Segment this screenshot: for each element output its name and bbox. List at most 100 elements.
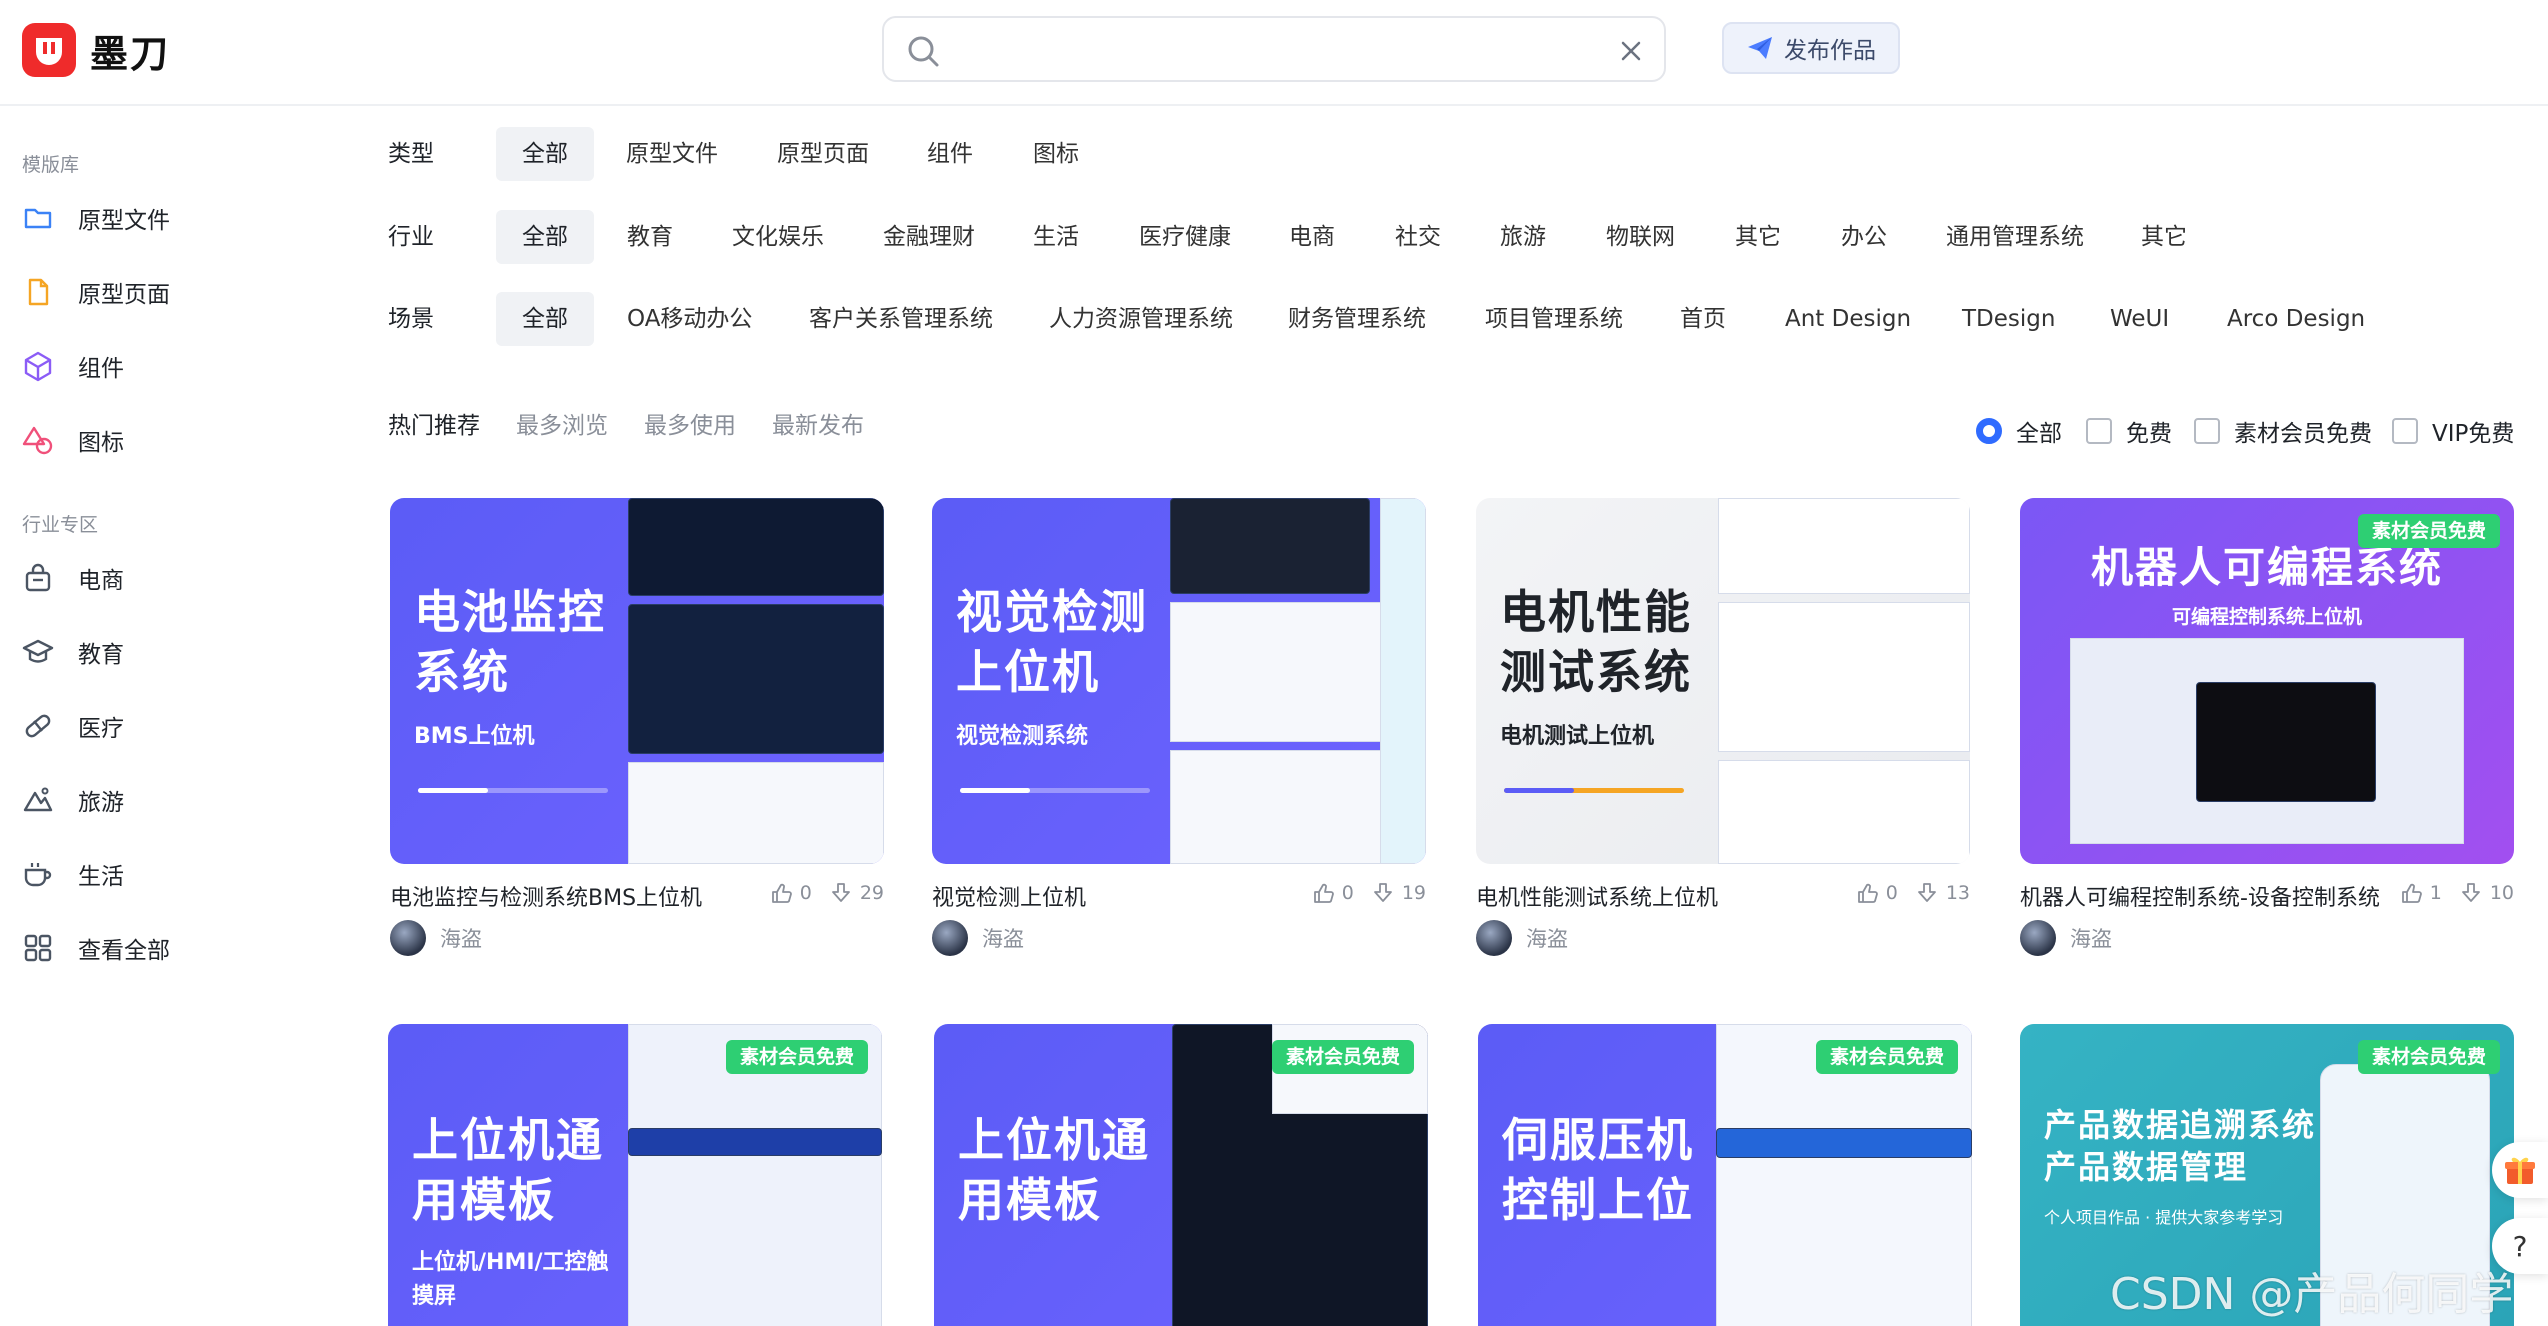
type-option-all[interactable]: 全部 [496,127,594,181]
industry-option-travel[interactable]: 旅游 [1500,210,1546,264]
industry-option-healthcare[interactable]: 医疗健康 [1139,210,1231,264]
thumb-title-line: 电池监控 [414,585,606,639]
template-card[interactable]: 机器人可编程系统 可编程控制系统上位机 素材会员免费 机器人可编程控制系统-设备… [2020,498,2514,968]
industry-option-other[interactable]: 其它 [1735,210,1781,264]
thumb-up-icon[interactable] [1856,882,1878,904]
scene-option-all[interactable]: 全部 [496,292,594,346]
sort-tab-hot[interactable]: 热门推荐 [388,406,480,440]
template-card[interactable]: 上位机通 用模板 素材会员免费 [934,1024,1428,1326]
graduation-cap-icon [22,639,54,663]
logo[interactable]: 墨刀 [22,22,170,78]
sidebar-item-prototype-pages[interactable]: 原型页面 [22,270,170,314]
sidebar-item-education[interactable]: 教育 [22,630,124,674]
checkbox[interactable] [2086,418,2112,444]
industry-option-office[interactable]: 办公 [1841,210,1887,264]
download-icon[interactable] [1916,882,1938,904]
industry-option-finance[interactable]: 金融理财 [883,210,975,264]
sidebar-item-travel[interactable]: 旅游 [22,778,124,822]
type-option-prototype-files[interactable]: 原型文件 [626,127,718,181]
type-option-prototype-pages[interactable]: 原型页面 [777,127,869,181]
thumb-up-icon[interactable] [2400,882,2422,904]
scene-option-weui[interactable]: WeUI [2110,292,2169,346]
industry-option-iot[interactable]: 物联网 [1606,210,1675,264]
thumb-title-line: 视觉检测 [956,585,1148,639]
download-icon[interactable] [2460,882,2482,904]
sidebar-item-life[interactable]: 生活 [22,852,124,896]
thumb-subtitle: 个人项目作品 · 提供大家参考学习 [2044,1208,2284,1227]
card-thumbnail[interactable]: 视觉检测 上位机 视觉检测系统 [932,498,1426,864]
sort-tab-most-used[interactable]: 最多使用 [644,406,736,440]
search-input[interactable] [958,28,1558,72]
industry-option-social[interactable]: 社交 [1395,210,1441,264]
download-icon[interactable] [1372,882,1394,904]
sidebar-item-medical[interactable]: 医疗 [22,704,124,748]
card-thumbnail[interactable]: 电机性能 测试系统 电机测试上位机 [1476,498,1970,864]
card-author[interactable]: 海盗 [2020,920,2112,956]
template-card[interactable]: 上位机通 用模板 上位机/HMI/工控触摸屏 素材会员免费 [388,1024,882,1326]
scene-option-home[interactable]: 首页 [1680,292,1726,346]
card-thumbnail[interactable]: 伺服压机 控制上位 素材会员免费 [1478,1024,1972,1326]
card-author[interactable]: 海盗 [390,920,482,956]
sort-tab-most-viewed[interactable]: 最多浏览 [516,406,608,440]
download-icon[interactable] [830,882,852,904]
scene-option-hr[interactable]: 人力资源管理系统 [1049,292,1233,346]
industry-option-life[interactable]: 生活 [1033,210,1079,264]
search-box[interactable] [882,16,1666,82]
shopping-bag-icon [25,563,51,592]
price-option-all[interactable]: 全部 [1976,414,2062,448]
price-option-vip-free[interactable]: VIP免费 [2392,414,2514,448]
template-card[interactable]: 电池监控 系统 BMS上位机 电池监控与检测系统BMS上位机 0 29 海盗 [390,498,884,968]
like-count: 0 [799,882,812,904]
card-author[interactable]: 海盗 [1476,920,1568,956]
template-card[interactable]: 伺服压机 控制上位 素材会员免费 [1478,1024,1972,1326]
type-option-components[interactable]: 组件 [927,127,973,181]
sidebar-item-components[interactable]: 组件 [22,344,124,388]
avatar [2020,920,2056,956]
card-thumbnail[interactable]: 电池监控 系统 BMS上位机 [390,498,884,864]
thumb-up-icon[interactable] [1312,882,1334,904]
search-icon [908,36,939,67]
price-option-free[interactable]: 免费 [2086,414,2172,448]
card-thumbnail[interactable]: 上位机通 用模板 上位机/HMI/工控触摸屏 素材会员免费 [388,1024,882,1326]
checkbox[interactable] [2392,418,2418,444]
scene-option-tdesign[interactable]: TDesign [1962,292,2055,346]
template-card[interactable]: 电机性能 测试系统 电机测试上位机 电机性能测试系统上位机 0 13 海盗 [1476,498,1970,968]
sidebar-item-icons[interactable]: 图标 [22,418,124,462]
card-title[interactable]: 视觉检测上位机 [932,880,1292,912]
help-icon: ? [2512,1229,2528,1263]
scene-option-finance[interactable]: 财务管理系统 [1288,292,1426,346]
card-title[interactable]: 电机性能测试系统上位机 [1476,880,1836,912]
sort-tab-newest[interactable]: 最新发布 [772,406,864,440]
scene-option-project[interactable]: 项目管理系统 [1485,292,1623,346]
card-title[interactable]: 电池监控与检测系统BMS上位机 [390,880,750,912]
type-option-icons[interactable]: 图标 [1033,127,1079,181]
scene-option-oa-mobile[interactable]: OA移动办公 [627,292,752,346]
scene-filter-row: 场景 全部 OA移动办公 客户关系管理系统 人力资源管理系统 财务管理系统 项目… [388,292,2488,346]
thumb-up-icon[interactable] [770,882,792,904]
template-card[interactable]: 视觉检测 上位机 视觉检测系统 视觉检测上位机 0 19 海盗 [932,498,1426,968]
radio-selected-icon[interactable] [1976,418,2002,444]
industry-option-other-2[interactable]: 其它 [2141,210,2187,264]
industry-option-all[interactable]: 全部 [496,210,594,264]
card-title[interactable]: 机器人可编程控制系统-设备控制系统 [2020,880,2400,912]
publish-button[interactable]: 发布作品 [1722,22,1900,74]
checkbox[interactable] [2194,418,2220,444]
industry-option-general-management[interactable]: 通用管理系统 [1946,210,2084,264]
industry-option-education[interactable]: 教育 [627,210,673,264]
scene-option-crm[interactable]: 客户关系管理系统 [809,292,993,346]
industry-option-culture[interactable]: 文化娱乐 [732,210,824,264]
download-count: 19 [1401,882,1426,904]
card-thumbnail[interactable]: 上位机通 用模板 素材会员免费 [934,1024,1428,1326]
scene-option-arco-design[interactable]: Arco Design [2227,292,2365,346]
sidebar-item-prototype-files[interactable]: 原型文件 [22,196,170,240]
card-author[interactable]: 海盗 [932,920,1024,956]
sidebar-item-view-all[interactable]: 查看全部 [22,926,170,970]
industry-option-ecommerce[interactable]: 电商 [1289,210,1335,264]
scene-option-ant-design[interactable]: Ant Design [1785,292,1911,346]
clear-icon[interactable] [1620,40,1642,62]
sidebar-item-ecommerce[interactable]: 电商 [22,556,124,600]
gift-button[interactable] [2492,1142,2548,1198]
card-thumbnail[interactable]: 机器人可编程系统 可编程控制系统上位机 素材会员免费 [2020,498,2514,864]
price-option-member-free[interactable]: 素材会员免费 [2194,414,2372,448]
sidebar-item-label: 原型页面 [78,282,170,308]
